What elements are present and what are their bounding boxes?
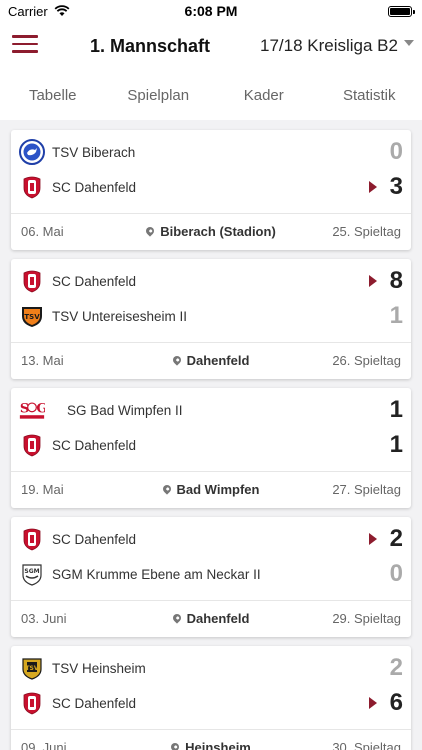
match-card[interactable]: TSV Biberach 0 SC Dahenfeld 3 06. Mai Bi… xyxy=(11,130,411,250)
team-name: SGM Krumme Ebene am Neckar II xyxy=(52,566,261,582)
winner-arrow-icon xyxy=(369,275,377,287)
team-name: TSV Untereisesheim II xyxy=(52,308,188,324)
tab-kader[interactable]: Kader xyxy=(211,72,317,120)
tab-spielplan[interactable]: Spielplan xyxy=(106,72,212,120)
nav-bar: 1. Mannschaft 17/18 Kreisliga B2 xyxy=(0,22,422,72)
hamburger-menu-icon[interactable] xyxy=(12,35,38,57)
match-meta: 19. Mai Bad Wimpfen 27. Spieltag xyxy=(11,472,411,508)
home-team-row: SC Dahenfeld 8 xyxy=(11,266,411,296)
home-team-row: SG SG Bad Wimpfen II 1 xyxy=(11,395,411,425)
dahenfeld-crest-icon xyxy=(19,432,45,458)
team-name: TSV Biberach xyxy=(52,144,136,160)
score: 3 xyxy=(389,173,403,200)
match-meta: 13. Mai Dahenfeld 26. Spieltag xyxy=(11,343,411,379)
away-team-row: TSV TSV Untereisesheim II 1 xyxy=(11,301,411,331)
away-team-row: SGM SGM Krumme Ebene am Neckar II 0 xyxy=(11,559,411,589)
team-name: SC Dahenfeld xyxy=(52,695,137,711)
svg-text:TSV: TSV xyxy=(25,665,38,672)
untereisesheim-crest-icon: TSV xyxy=(19,303,45,329)
score: 8 xyxy=(389,267,403,294)
season-label: 17/18 Kreisliga B2 xyxy=(260,36,398,55)
team-name: SG Bad Wimpfen II xyxy=(67,402,183,418)
score: 1 xyxy=(389,396,403,423)
page-title: 1. Mannschaft xyxy=(90,36,211,56)
score: 2 xyxy=(389,654,403,681)
dahenfeld-crest-icon xyxy=(19,268,45,294)
match-round: 29. Spieltag xyxy=(332,611,401,626)
winner-arrow-icon xyxy=(369,533,377,545)
dahenfeld-crest-icon xyxy=(19,526,45,552)
score: 6 xyxy=(389,689,403,716)
tab-bar: Tabelle Spielplan Kader Statistik xyxy=(0,72,422,120)
match-card[interactable]: TSV TSV Heinsheim 2 SC Dahenfeld 6 09. J… xyxy=(11,646,411,750)
location-pin-icon xyxy=(169,741,181,750)
match-round: 27. Spieltag xyxy=(332,482,401,497)
match-round: 30. Spieltag xyxy=(332,740,401,750)
winner-arrow-icon xyxy=(369,697,377,709)
home-team-row: SC Dahenfeld 2 xyxy=(11,524,411,554)
match-meta: 06. Mai Biberach (Stadion) 25. Spieltag xyxy=(11,214,411,250)
score: 1 xyxy=(389,302,403,329)
sgm-crest-icon: SGM xyxy=(19,561,45,587)
wifi-icon xyxy=(54,5,70,16)
match-round: 26. Spieltag xyxy=(332,353,401,368)
team-name: SC Dahenfeld xyxy=(52,179,137,195)
tab-tabelle[interactable]: Tabelle xyxy=(0,72,106,120)
venue-label: Heinsheim xyxy=(185,740,251,750)
svg-text:G: G xyxy=(36,402,45,417)
season-selector[interactable]: 17/18 Kreisliga B2 xyxy=(260,36,414,56)
location-pin-icon xyxy=(170,354,183,366)
status-bar: Carrier 6:08 PM xyxy=(0,0,422,22)
carrier-label: Carrier xyxy=(8,3,48,19)
tab-statistik[interactable]: Statistik xyxy=(317,72,422,120)
home-team-row: TSV Biberach 0 xyxy=(11,137,411,167)
location-pin-icon xyxy=(144,225,156,237)
team-name: TSV Heinsheim xyxy=(52,660,146,676)
score: 2 xyxy=(389,525,403,552)
venue-label: Biberach (Stadion) xyxy=(160,224,276,239)
winner-arrow-icon xyxy=(369,181,377,193)
team-name: SC Dahenfeld xyxy=(52,273,137,289)
venue-label: Dahenfeld xyxy=(186,353,250,368)
score: 0 xyxy=(389,138,403,165)
heinsheim-crest-icon: TSV xyxy=(19,655,45,681)
dahenfeld-crest-icon xyxy=(19,174,45,200)
score: 0 xyxy=(389,560,403,587)
team-name: SC Dahenfeld xyxy=(52,437,137,453)
match-meta: 03. Juni Dahenfeld 29. Spieltag xyxy=(11,601,411,637)
away-team-row: SC Dahenfeld 1 xyxy=(11,430,411,460)
away-team-row: SC Dahenfeld 6 xyxy=(11,688,411,718)
venue-label: Bad Wimpfen xyxy=(176,482,260,497)
match-round: 25. Spieltag xyxy=(332,224,401,239)
match-card[interactable]: SC Dahenfeld 8 TSV TSV Untereisesheim II… xyxy=(11,259,411,379)
home-team-row: TSV TSV Heinsheim 2 xyxy=(11,653,411,683)
location-pin-icon xyxy=(160,483,173,495)
team-name: SC Dahenfeld xyxy=(52,531,137,547)
chevron-down-icon xyxy=(403,40,414,46)
dahenfeld-crest-icon xyxy=(19,690,45,716)
match-card[interactable]: SC Dahenfeld 2 SGM SGM Krumme Ebene am N… xyxy=(11,517,411,637)
match-card[interactable]: SG SG Bad Wimpfen II 1 SC Dahenfeld 1 19… xyxy=(11,388,411,508)
venue-label: Dahenfeld xyxy=(186,611,250,626)
svg-text:SGM: SGM xyxy=(24,568,39,575)
svg-text:TSV: TSV xyxy=(24,313,40,321)
location-pin-icon xyxy=(170,612,183,624)
biberach-crest-icon xyxy=(19,139,45,165)
status-left: Carrier xyxy=(8,4,70,19)
badwimpfen-crest-icon: SG xyxy=(19,397,45,423)
away-team-row: SC Dahenfeld 3 xyxy=(11,172,411,202)
match-meta: 09. Juni Heinsheim 30. Spieltag xyxy=(11,730,411,750)
score: 1 xyxy=(389,431,403,458)
battery-icon xyxy=(388,5,415,17)
